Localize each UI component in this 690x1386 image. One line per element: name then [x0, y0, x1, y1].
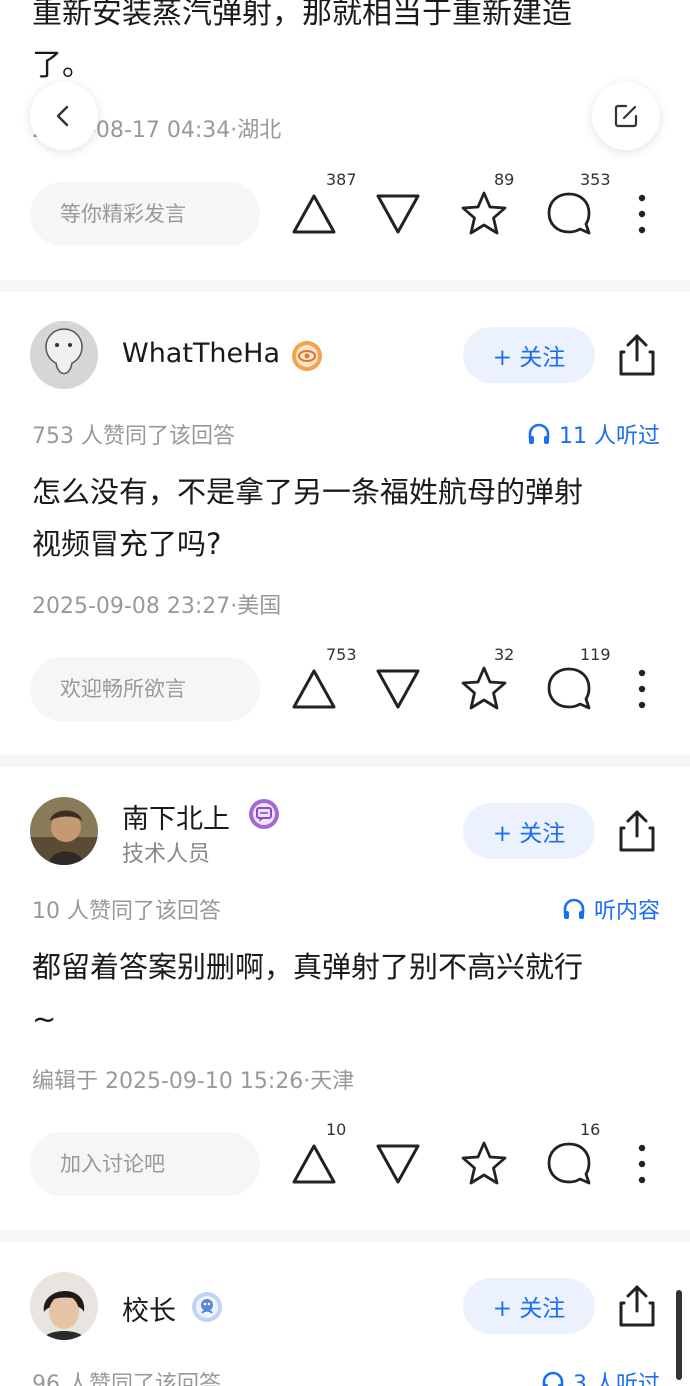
- favorite-count: 89: [494, 170, 515, 189]
- star-icon[interactable]: [458, 1138, 510, 1190]
- upvote-icon[interactable]: [288, 188, 340, 240]
- star-icon[interactable]: [458, 188, 510, 240]
- comment-count: 16: [580, 1120, 601, 1139]
- vote-summary: 96 人赞同了该回答: [32, 1372, 221, 1386]
- comment-count: 353: [580, 170, 611, 189]
- answer-text-line: 怎么没有，不是拿了另一条福姓航母的弹射: [32, 475, 584, 509]
- listen-count: 11 人听过: [559, 424, 660, 449]
- follow-button[interactable]: + 关注: [463, 803, 595, 859]
- more-dots-icon[interactable]: [630, 667, 654, 711]
- answer-feed: 重新安装蒸汽弹射，那就相当于重新建造 了。 2025-08-17 04:34·湖…: [0, 0, 690, 1386]
- avatar[interactable]: [30, 1272, 98, 1340]
- author-name[interactable]: 校长: [122, 1289, 176, 1328]
- chevron-left-icon: [56, 105, 69, 127]
- share-icon[interactable]: [616, 808, 658, 854]
- answer-location: 天津: [310, 1069, 355, 1094]
- comment-input[interactable]: 加入讨论吧: [30, 1132, 260, 1196]
- listen-label: 听内容: [593, 899, 660, 924]
- answer-meta: 编辑于 2025-09-10 15:26·天津: [32, 1069, 355, 1094]
- eye-badge-icon: [292, 341, 322, 371]
- action-bar: 加入讨论吧 10 16: [0, 1120, 690, 1196]
- more-dots-icon[interactable]: [630, 1142, 654, 1186]
- author-name[interactable]: WhatTheHa: [122, 338, 280, 369]
- comment-bubble-icon[interactable]: [543, 1138, 595, 1190]
- action-bar: 欢迎畅所欲言 753 32 119: [0, 645, 690, 721]
- back-button[interactable]: [30, 82, 98, 150]
- comment-count: 119: [580, 645, 611, 664]
- comment-input[interactable]: 等你精彩发言: [30, 182, 260, 246]
- avatar-image: [30, 1272, 98, 1340]
- edit-square-icon: [614, 104, 638, 128]
- upvote-icon[interactable]: [288, 663, 340, 715]
- avatar-image: [30, 321, 98, 389]
- upvote-count: 387: [326, 170, 357, 189]
- comment-input[interactable]: 欢迎畅所欲言: [30, 657, 260, 721]
- answer-text-line: 了。: [32, 48, 92, 83]
- follow-button[interactable]: + 关注: [463, 327, 595, 383]
- listen-count: 3 人听过: [573, 1372, 660, 1386]
- answer-text: 重新安装蒸汽弹射，那就相当于重新建造 了。: [32, 0, 652, 92]
- avatar-image: [30, 797, 98, 865]
- star-icon[interactable]: [458, 663, 510, 715]
- vote-summary: 753 人赞同了该回答: [32, 424, 235, 449]
- author-name[interactable]: 南下北上: [122, 797, 230, 836]
- section-divider: [0, 1230, 690, 1242]
- comment-bubble-icon[interactable]: [543, 188, 595, 240]
- comment-bubble-icon[interactable]: [543, 663, 595, 715]
- answer-meta: 2025-09-08 23:27·美国: [32, 594, 282, 619]
- action-bar: 等你精彩发言 387 89 353: [0, 170, 690, 246]
- favorite-count: 32: [494, 645, 515, 664]
- author-title: 技术人员: [122, 842, 211, 867]
- upvote-icon[interactable]: [288, 1138, 340, 1190]
- headphones-icon: [542, 1371, 564, 1386]
- write-answer-button[interactable]: [592, 82, 660, 150]
- answer-text-line: 都留着答案别删啊，真弹射了别不高兴就行: [32, 950, 584, 984]
- upvote-count: 753: [326, 645, 357, 664]
- answer-text-line: 重新安装蒸汽弹射，那就相当于重新建造: [32, 0, 572, 31]
- answer-text-line: 视频冒充了吗?: [32, 527, 222, 561]
- upvote-count: 10: [326, 1120, 347, 1139]
- answer-text-line: ~: [32, 1002, 57, 1036]
- answer-date: 编辑于 2025-09-10 15:26: [32, 1069, 304, 1094]
- section-divider: [0, 755, 690, 767]
- vote-summary: 10 人赞同了该回答: [32, 899, 221, 924]
- share-icon[interactable]: [616, 332, 658, 378]
- follow-button[interactable]: + 关注: [463, 1278, 595, 1334]
- avatar[interactable]: [30, 797, 98, 865]
- avatar[interactable]: [30, 321, 98, 389]
- answer-date: 2025-09-08 23:27: [32, 594, 231, 619]
- answer-location: 美国: [237, 594, 282, 619]
- headphones-icon: [528, 423, 550, 444]
- answer-text[interactable]: 怎么没有，不是拿了另一条福姓航母的弹射 视频冒充了吗?: [32, 466, 662, 570]
- share-icon[interactable]: [616, 1283, 658, 1329]
- creator-badge-icon: [249, 799, 279, 829]
- more-dots-icon[interactable]: [630, 192, 654, 236]
- answer-text[interactable]: 都留着答案别删啊，真弹射了别不高兴就行 ~: [32, 941, 662, 1045]
- section-divider: [0, 280, 690, 292]
- answer-location: 湖北: [237, 118, 282, 143]
- mascot-badge-icon: [192, 1292, 222, 1322]
- listen-button[interactable]: 听内容: [562, 893, 660, 925]
- headphones-icon: [563, 898, 585, 919]
- downvote-icon[interactable]: [372, 663, 424, 715]
- downvote-icon[interactable]: [372, 1138, 424, 1190]
- listen-button[interactable]: 3 人听过: [541, 1366, 660, 1386]
- scrollbar[interactable]: [676, 1290, 682, 1380]
- listen-button[interactable]: 11 人听过: [527, 418, 660, 450]
- downvote-icon[interactable]: [372, 188, 424, 240]
